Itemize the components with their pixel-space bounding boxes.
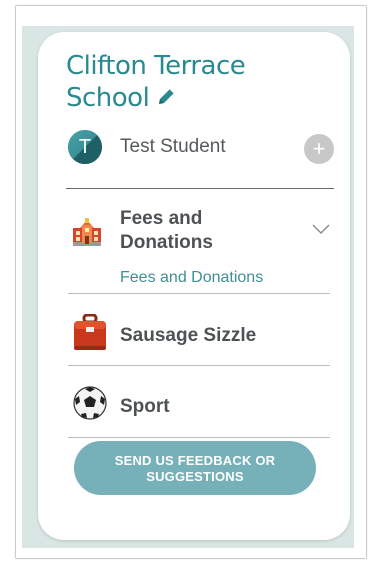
school-building-icon bbox=[73, 218, 101, 246]
menu-label-sport: Sport bbox=[120, 396, 170, 417]
divider bbox=[66, 188, 334, 189]
send-feedback-button[interactable]: SEND US FEEDBACK OR SUGGESTIONS bbox=[74, 441, 316, 495]
menu-label-sausage-sizzle: Sausage Sizzle bbox=[120, 325, 257, 346]
menu-label-fees: Fees and Donations bbox=[120, 208, 213, 253]
pencil-icon[interactable] bbox=[155, 86, 177, 108]
menu-item-sausage-sizzle[interactable]: Sausage Sizzle bbox=[68, 314, 336, 354]
divider bbox=[68, 437, 330, 438]
submenu-item-fees-and-donations[interactable]: Fees and Donations bbox=[120, 269, 263, 287]
menu-item-sport[interactable]: Sport bbox=[68, 385, 336, 425]
student-row[interactable]: T Test Student + bbox=[68, 130, 336, 166]
add-student-button[interactable]: + bbox=[304, 134, 334, 164]
chevron-down-icon[interactable] bbox=[312, 223, 330, 235]
avatar-initial: T bbox=[78, 136, 92, 158]
lunchbox-icon bbox=[74, 314, 106, 350]
avatar: T bbox=[68, 130, 102, 164]
menu-item-fees-and-donations[interactable]: Fees and Donations bbox=[68, 206, 336, 256]
divider bbox=[68, 365, 330, 366]
school-title: Clifton Terrace School bbox=[66, 50, 306, 114]
soccer-ball-icon bbox=[73, 386, 107, 420]
divider bbox=[68, 293, 330, 294]
student-name: Test Student bbox=[120, 136, 226, 157]
